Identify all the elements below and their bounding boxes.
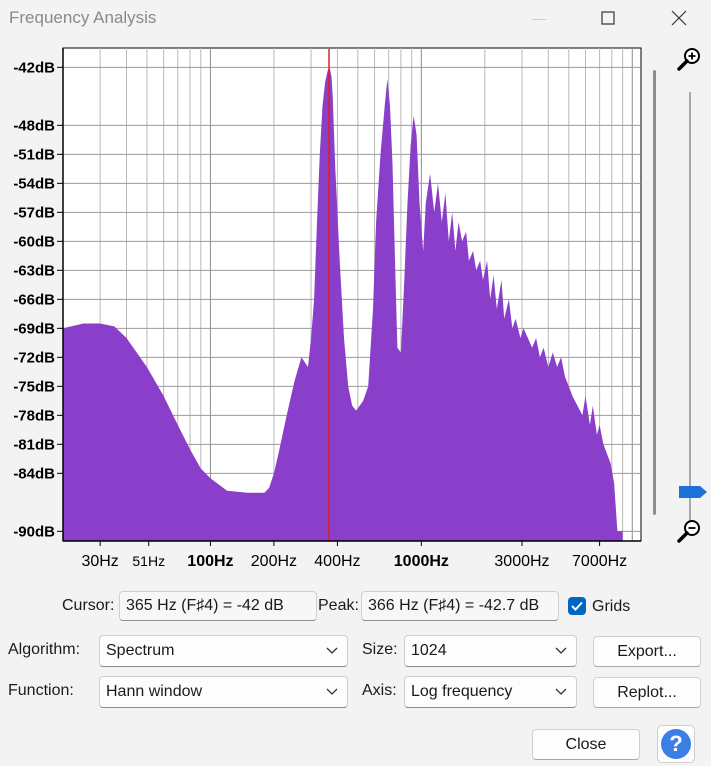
axis-select[interactable]: Log frequency — [404, 676, 577, 708]
grids-checkbox[interactable] — [568, 597, 586, 615]
y-tick-label: -51dB — [13, 146, 55, 163]
y-tick-label: -42dB — [13, 59, 55, 76]
y-tick-label: -66dB — [13, 291, 55, 308]
y-tick-label: -69dB — [13, 320, 55, 337]
replot-button[interactable]: Replot... — [593, 677, 701, 708]
algorithm-select[interactable]: Spectrum — [99, 635, 348, 667]
spectrum-plot[interactable]: -42dB -48dB -51dB -54dB -57dB -60dB -63dB -66dB… — [0, 40, 650, 580]
y-tick-label: -57dB — [13, 204, 55, 221]
help-button[interactable]: ? — [657, 725, 695, 763]
x-tick-label: 30Hz — [81, 553, 118, 570]
zoom-slider-track[interactable] — [689, 92, 691, 522]
algorithm-label: Algorithm: — [8, 641, 81, 658]
close-button[interactable]: Close — [532, 729, 640, 760]
x-tick-label: 200Hz — [251, 553, 297, 570]
y-tick-label: -78dB — [13, 407, 55, 424]
x-tick-label: 51Hz — [132, 553, 165, 569]
y-tick-label: -90dB — [13, 523, 55, 540]
close-icon — [671, 10, 687, 26]
axis-label: Axis: — [362, 682, 397, 699]
function-select[interactable]: Hann window — [99, 676, 348, 708]
minimize-button[interactable]: — — [516, 0, 562, 36]
x-tick-label: 400Hz — [314, 553, 360, 570]
x-tick-label: 3000Hz — [494, 553, 549, 570]
y-tick-label: -60dB — [13, 233, 55, 250]
title-bar: Frequency Analysis — — [0, 0, 711, 36]
function-value: Hann window — [106, 683, 203, 700]
algorithm-value: Spectrum — [106, 642, 175, 659]
function-label: Function: — [8, 682, 74, 699]
close-window-button[interactable] — [656, 0, 702, 36]
check-icon — [571, 601, 583, 611]
x-tick-label: 100Hz — [187, 553, 233, 570]
y-axis-ticks: -42dB -48dB -51dB -54dB -57dB -60dB -63dB -66dB… — [13, 59, 63, 540]
minimize-icon: — — [532, 10, 546, 26]
cursor-readout: 365 Hz (F♯4) = -42 dB — [119, 591, 317, 621]
grids-label: Grids — [592, 598, 631, 615]
chevron-down-icon — [326, 688, 338, 695]
y-tick-label: -48dB — [13, 117, 55, 134]
chevron-down-icon — [326, 647, 338, 654]
size-label: Size: — [362, 641, 398, 658]
y-tick-label: -54dB — [13, 175, 55, 192]
zoom-out-button[interactable] — [676, 517, 704, 545]
y-tick-label: -75dB — [13, 378, 55, 395]
peak-readout: 366 Hz (F♯4) = -42.7 dB — [361, 591, 559, 621]
axis-value: Log frequency — [411, 683, 513, 700]
zoom-in-button[interactable] — [676, 45, 704, 73]
maximize-icon — [601, 11, 615, 25]
x-tick-label: 7000Hz — [572, 553, 627, 570]
plot-scrollbar[interactable] — [653, 70, 656, 515]
size-select[interactable]: 1024 — [404, 635, 577, 667]
help-icon: ? — [661, 729, 691, 759]
window-title: Frequency Analysis — [9, 8, 157, 27]
x-tick-label: 1000Hz — [394, 553, 449, 570]
maximize-button[interactable] — [585, 0, 631, 36]
zoom-out-icon — [677, 520, 700, 543]
chevron-down-icon — [555, 647, 567, 654]
y-tick-label: -84dB — [13, 465, 55, 482]
chevron-down-icon — [555, 688, 567, 695]
y-tick-label: -81dB — [13, 436, 55, 453]
y-tick-label: -72dB — [13, 349, 55, 366]
zoom-in-icon — [677, 48, 700, 71]
zoom-slider-thumb[interactable] — [678, 484, 708, 500]
export-button[interactable]: Export... — [593, 636, 701, 667]
y-tick-label: -63dB — [13, 262, 55, 279]
x-axis-ticks: 30Hz 51Hz 100Hz 200Hz 400Hz 1000Hz 3000Hz 7000H… — [81, 541, 627, 570]
size-value: 1024 — [411, 642, 447, 659]
peak-label: Peak: — [318, 597, 359, 614]
cursor-label: Cursor: — [62, 597, 115, 614]
